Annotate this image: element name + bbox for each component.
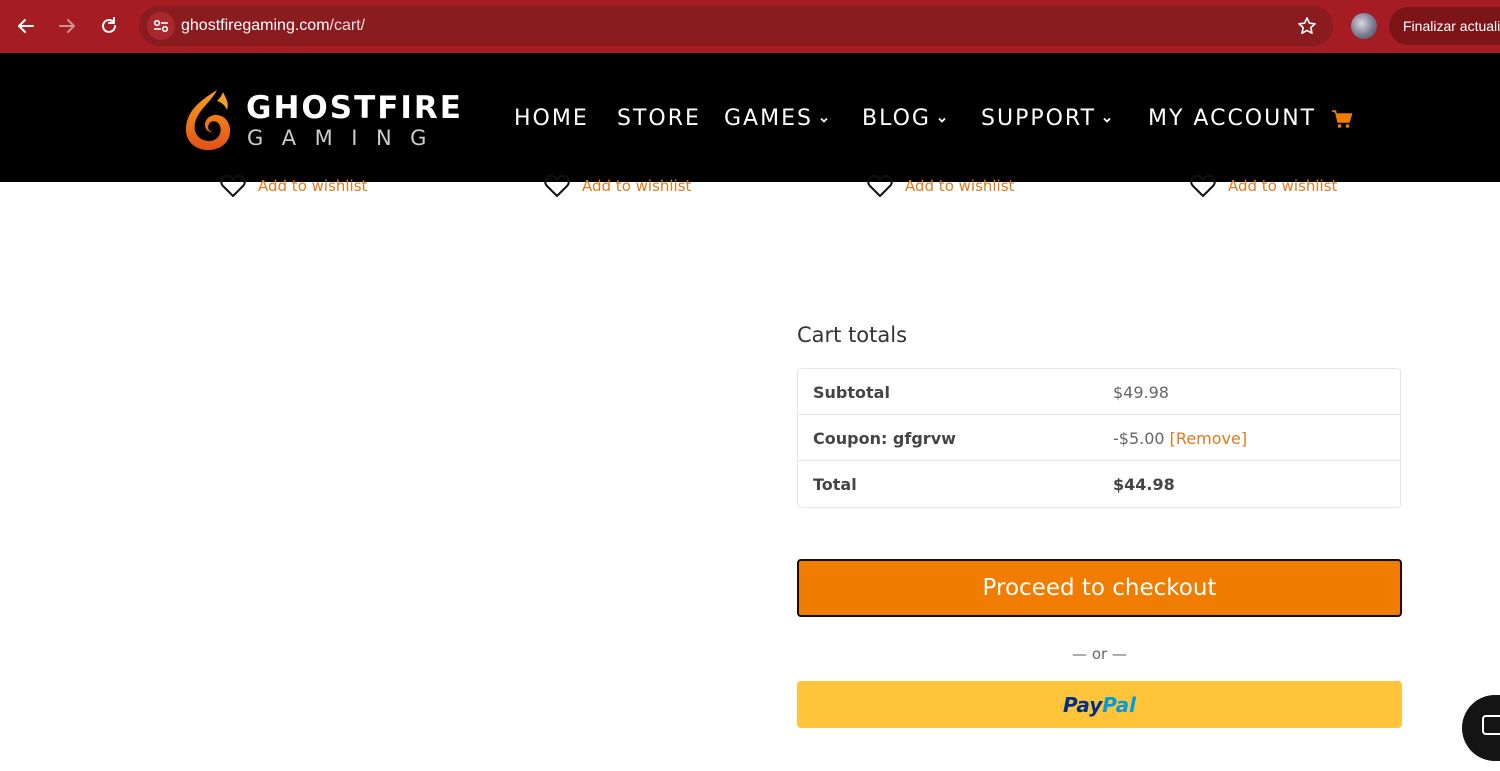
site-header: GHOSTFIRE GAMING HOME STORE GAMES BLOG S… (0, 53, 1500, 182)
chat-widget-button[interactable] (1462, 695, 1500, 761)
nav-item-my-account[interactable]: MY ACCOUNT (1148, 106, 1316, 132)
table-row: Coupon: gfgrvw -$5.00 [Remove] (798, 415, 1400, 461)
wishlist-link[interactable]: Add to wishlist (1190, 173, 1337, 199)
heart-icon (1190, 174, 1216, 197)
nav-label: HOME (514, 106, 589, 131)
wishlist-link[interactable]: Add to wishlist (220, 173, 367, 199)
coupon-value: -$5.00 [Remove] (1113, 429, 1247, 448)
paypal-logo-part1: Pay (1062, 692, 1103, 717)
nav-item-games[interactable]: GAMES (724, 106, 829, 132)
remove-coupon-link[interactable]: [Remove] (1170, 429, 1247, 448)
cart-icon[interactable] (1331, 109, 1353, 129)
subtotal-label: Subtotal (813, 383, 890, 402)
chat-icon (1482, 715, 1500, 735)
nav-label: MY ACCOUNT (1148, 106, 1317, 131)
heart-icon (867, 174, 893, 197)
reload-icon[interactable] (93, 10, 125, 42)
cart-totals-title: Cart totals (797, 323, 908, 347)
proceed-to-checkout-button[interactable]: Proceed to checkout (797, 559, 1402, 617)
paypal-button[interactable]: Pay Pal (797, 681, 1402, 728)
ghostfire-logo[interactable]: GHOSTFIRE GAMING (183, 88, 461, 152)
logo-text-secondary: GAMING (247, 126, 445, 150)
wishlist-label: Add to wishlist (905, 177, 1015, 195)
wishlist-label: Add to wishlist (582, 177, 692, 195)
subtotal-value: $49.98 (1113, 383, 1169, 402)
back-icon[interactable] (10, 10, 42, 42)
table-row: Total $44.98 (798, 461, 1400, 507)
heart-icon (544, 174, 570, 197)
nav-item-blog[interactable]: BLOG (862, 106, 947, 132)
nav-item-store[interactable]: STORE (617, 106, 701, 132)
nav-label: BLOG (862, 106, 931, 131)
total-label: Total (813, 475, 857, 494)
url-text: ghostfiregaming.com/cart/ (181, 17, 366, 34)
profile-avatar[interactable] (1351, 13, 1377, 39)
address-bar[interactable]: ghostfiregaming.com/cart/ (139, 6, 1333, 46)
chevron-down-icon (820, 117, 828, 123)
table-row: Subtotal $49.98 (798, 369, 1400, 415)
heart-icon (220, 174, 246, 197)
flame-logo-icon (185, 90, 231, 151)
nav-item-support[interactable]: SUPPORT (981, 106, 1112, 132)
coupon-discount: -$5.00 (1113, 429, 1165, 448)
update-button[interactable]: Finalizar actualiz (1389, 7, 1500, 45)
wishlist-label: Add to wishlist (258, 177, 368, 195)
bookmark-star-icon[interactable] (1297, 16, 1317, 36)
or-separator: — or — (1072, 645, 1127, 663)
browser-toolbar: ghostfiregaming.com/cart/ Finalizar actu… (0, 0, 1500, 53)
chevron-down-icon (938, 117, 946, 123)
paypal-logo-part2: Pal (1102, 692, 1137, 717)
total-value: $44.98 (1113, 475, 1175, 494)
wishlist-label: Add to wishlist (1228, 177, 1338, 195)
wishlist-link[interactable]: Add to wishlist (544, 173, 691, 199)
chevron-down-icon (1103, 117, 1111, 123)
cart-totals-table: Subtotal $49.98 Coupon: gfgrvw -$5.00 [R… (797, 368, 1401, 508)
forward-icon[interactable] (51, 10, 83, 42)
nav-label: STORE (617, 106, 701, 131)
coupon-label: Coupon: gfgrvw (813, 429, 956, 448)
site-settings-icon[interactable] (147, 12, 175, 40)
nav-label: SUPPORT (981, 106, 1097, 131)
nav-label: GAMES (724, 106, 813, 131)
nav-item-home[interactable]: HOME (514, 106, 589, 132)
wishlist-link[interactable]: Add to wishlist (867, 173, 1014, 199)
logo-text-primary: GHOSTFIRE (246, 90, 463, 126)
